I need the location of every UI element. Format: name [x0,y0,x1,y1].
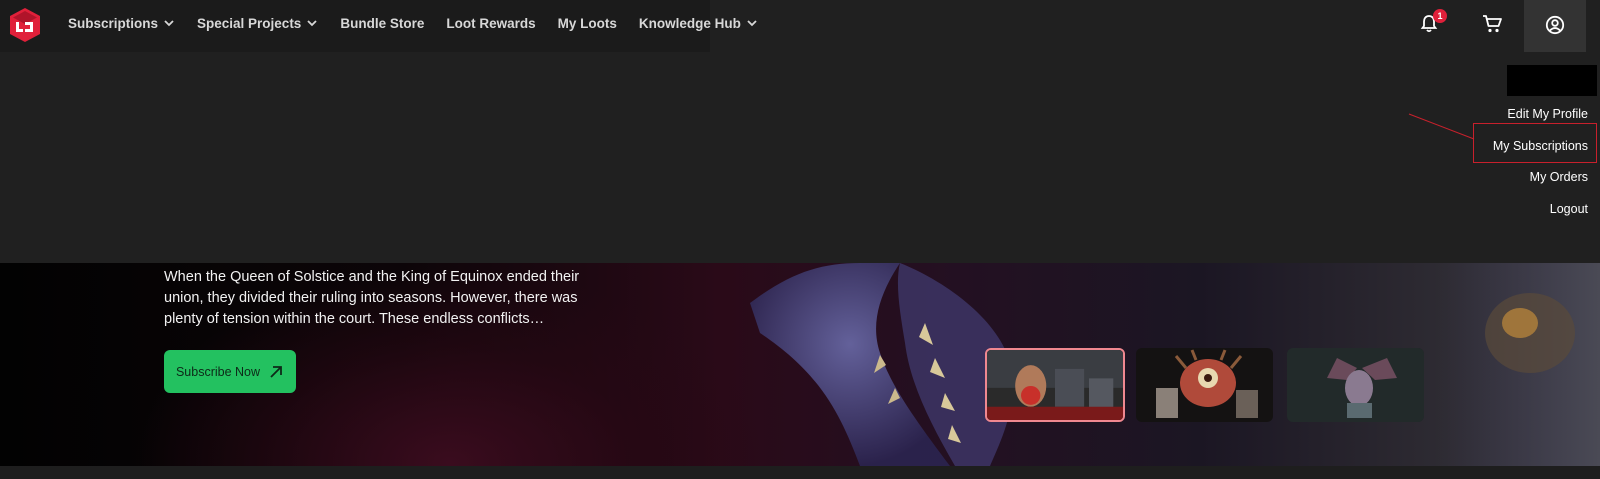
annotation-highlight-box [1473,123,1597,163]
nav-knowledge-hub[interactable]: Knowledge Hub [639,16,758,31]
menu-my-orders[interactable]: My Orders [1530,170,1588,184]
nav-loot-rewards[interactable]: Loot Rewards [446,16,535,31]
nav-label: Bundle Store [340,15,425,31]
chevron-down-icon [164,20,174,27]
account-menu-button[interactable] [1524,0,1586,52]
gallery-thumbnail-3[interactable] [1287,348,1424,422]
nav-label: Knowledge Hub [638,15,741,31]
nav-label: Loot Rewards [446,15,536,31]
nav-label: Subscriptions [68,15,159,31]
hero-description: When the Queen of Solstice and the King … [164,269,580,327]
top-navigation-bar: Subscriptions Special Projects Bundle St… [0,0,1600,52]
chevron-down-icon [747,20,757,27]
cart-icon[interactable] [1482,14,1503,34]
menu-edit-profile[interactable]: Edit My Profile [1507,107,1588,121]
gallery-thumbnail-2[interactable] [1136,348,1273,422]
nav-label: Special Projects [197,15,302,31]
main-nav: Subscriptions Special Projects Bundle St… [68,0,780,46]
account-dropdown-overlay [0,52,1600,263]
nav-label: My Loots [557,15,617,31]
hero-banner: When the Queen of Solstice and the King … [0,263,1600,466]
studio-logo-icon[interactable] [9,7,41,43]
menu-logout[interactable]: Logout [1550,202,1588,216]
subscribe-now-button[interactable]: Subscribe Now [164,350,296,393]
nav-bundle-store[interactable]: Bundle Store [340,16,424,31]
subscribe-label: Subscribe Now [175,364,261,379]
page-bottom-strip [0,466,1600,479]
gallery-thumbnail-1[interactable] [985,348,1125,422]
nav-special-projects[interactable]: Special Projects [197,16,318,31]
chevron-down-icon [307,20,317,27]
notification-badge: 1 [1433,9,1447,23]
username-redacted-box [1507,65,1597,96]
user-circle-icon [1545,15,1565,35]
arrow-up-right-icon [270,365,282,378]
nav-subscriptions[interactable]: Subscriptions [68,16,175,31]
nav-my-loots[interactable]: My Loots [558,16,617,31]
